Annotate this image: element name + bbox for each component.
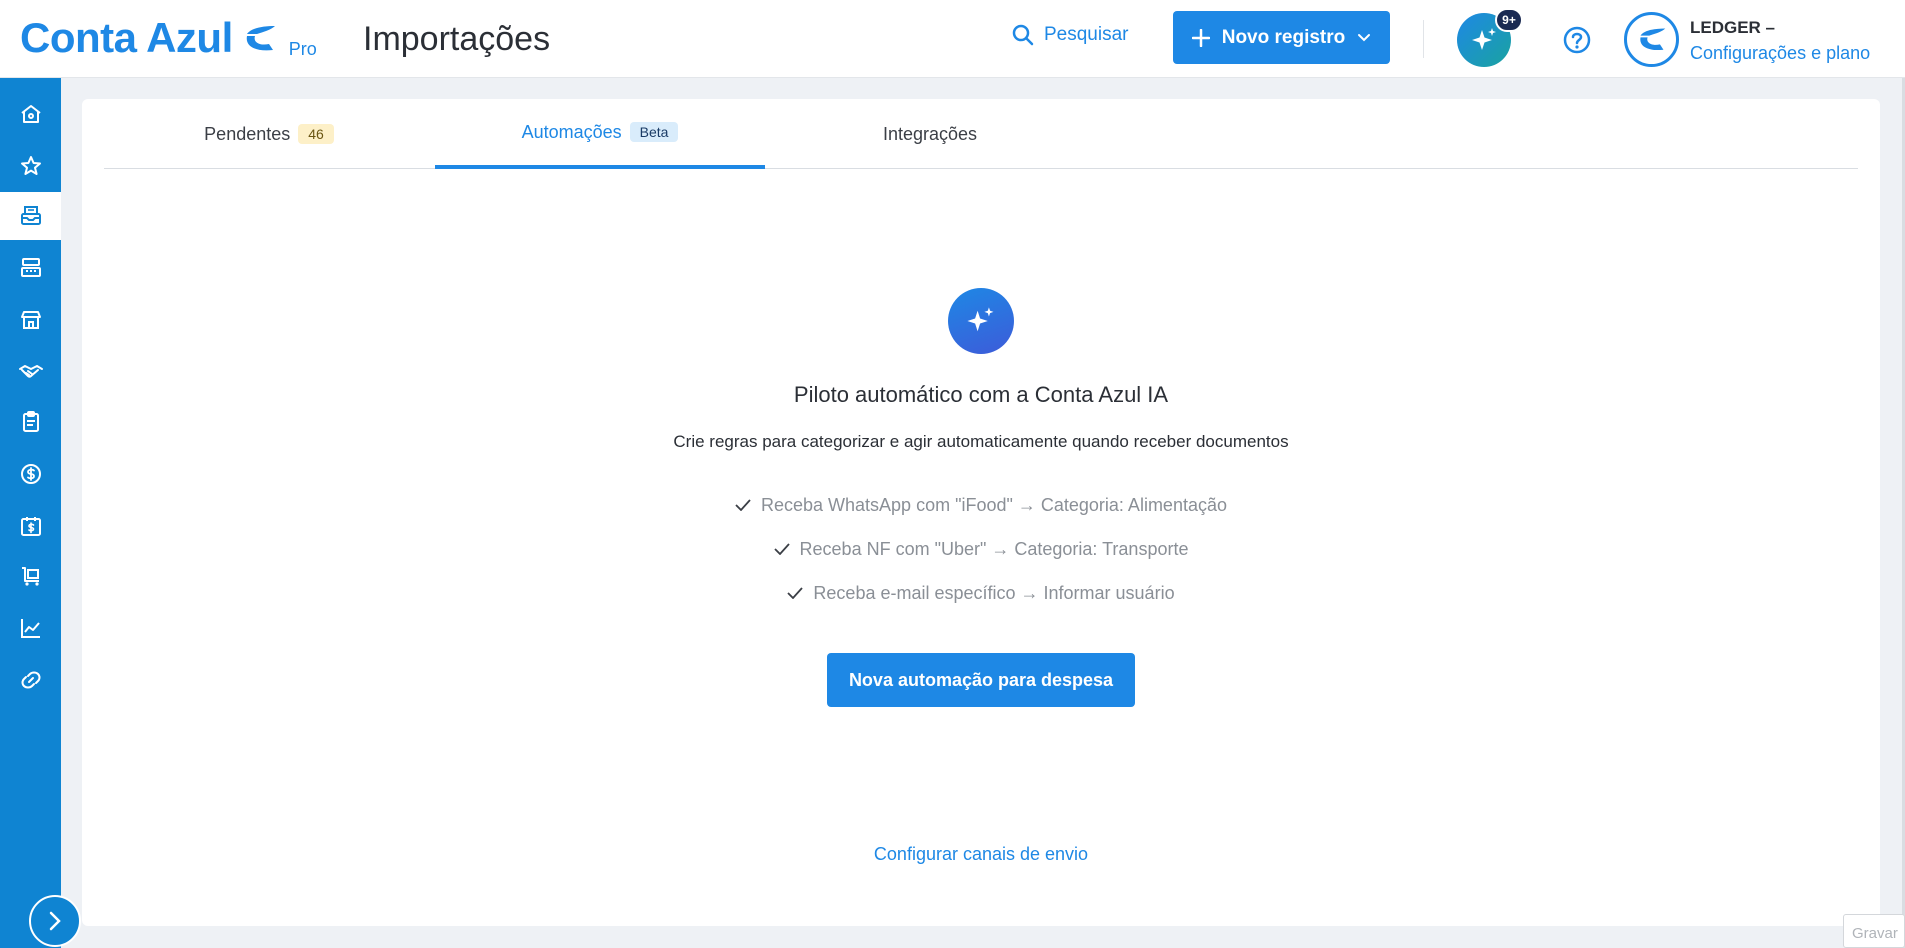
sidebar-item-sales[interactable]: [0, 244, 61, 292]
tab-label: Integrações: [882, 123, 978, 144]
tab-automations[interactable]: Automações Beta: [435, 99, 765, 169]
tab-bar: Pendentes 46 Automações Beta Integrações: [104, 99, 1858, 169]
new-automation-button[interactable]: Nova automação para despesa: [827, 653, 1135, 707]
example-text: Receba e-mail específico → Informar usuá…: [813, 582, 1175, 603]
sidebar-item-reports[interactable]: [0, 604, 61, 652]
chart-line-icon: [20, 619, 40, 638]
dollar-circle-icon: [20, 464, 41, 484]
top-header: Conta Azul Pro Importações Pesquisar Nov…: [0, 0, 1905, 78]
inbox-icon: [20, 206, 41, 225]
chevron-down-icon: [1358, 33, 1371, 41]
sidebar-item-purchases[interactable]: [0, 552, 61, 600]
check-icon: [787, 587, 804, 599]
new-record-label: Novo registro: [1221, 26, 1346, 48]
tab-pending[interactable]: Pendentes 46: [104, 99, 434, 169]
empty-state-subtitle: Crie regras para categorizar e agir auto…: [673, 432, 1289, 451]
sidebar-expand-button[interactable]: [29, 895, 81, 947]
plan-label: Pro: [288, 39, 317, 59]
ai-sparkle-badge: [948, 288, 1014, 354]
brand-logo[interactable]: Conta Azul Pro: [20, 14, 317, 62]
content-card: Pendentes 46 Automações Beta Integrações…: [82, 99, 1880, 926]
configure-channels-link[interactable]: Configurar canais de envio: [82, 844, 1880, 865]
clipboard-icon: [22, 411, 39, 432]
handshake-icon: [18, 365, 43, 378]
search-icon: [1012, 24, 1034, 46]
avatar[interactable]: [1624, 12, 1679, 67]
pending-count-badge: 46: [298, 124, 334, 144]
example-list: Receba WhatsApp com "iFood" → Categoria:…: [82, 483, 1880, 615]
header-divider: [1423, 20, 1424, 58]
check-icon: [735, 499, 751, 511]
chevron-right-icon: [49, 911, 61, 931]
store-icon: [20, 311, 41, 329]
sidebar-item-services[interactable]: [0, 398, 61, 446]
link-icon: [21, 671, 40, 689]
star-icon: [20, 156, 41, 175]
sidebar-item-favorites[interactable]: [0, 142, 61, 190]
cart-icon: [21, 567, 39, 586]
tab-label: Automações: [521, 121, 622, 142]
brand-mark-icon: [246, 26, 275, 51]
empty-state-title: Piloto automático com a Conta Azul IA: [793, 382, 1169, 407]
sidebar-item-finance[interactable]: [0, 450, 61, 498]
list-item: Receba e-mail específico → Informar usuá…: [82, 571, 1880, 615]
tab-integrations[interactable]: Integrações: [765, 99, 1095, 169]
user-name: LEDGER –: [1690, 18, 1776, 37]
sidebar: [0, 78, 61, 948]
plus-icon: [1191, 28, 1210, 47]
sparkle-icon: [1472, 28, 1496, 50]
beta-badge: Beta: [629, 122, 679, 142]
search-label: Pesquisar: [1044, 24, 1129, 45]
new-record-button[interactable]: Novo registro: [1173, 11, 1390, 64]
help-button[interactable]: [1563, 26, 1591, 59]
sparkle-icon: [967, 307, 994, 332]
example-text: Receba WhatsApp com "iFood" → Categoria:…: [760, 494, 1227, 515]
sidebar-item-billing[interactable]: [0, 502, 61, 550]
sidebar-item-imports[interactable]: [0, 192, 61, 240]
help-icon: [1563, 26, 1591, 54]
list-item: Receba WhatsApp com "iFood" → Categoria:…: [82, 483, 1880, 527]
cash-register-icon: [20, 258, 41, 277]
check-icon: [773, 543, 790, 555]
notification-badge: 9+: [1495, 8, 1523, 32]
example-text: Receba NF com "Uber" → Categoria: Transp…: [799, 538, 1189, 559]
sidebar-item-integrations[interactable]: [0, 656, 61, 704]
search-button[interactable]: Pesquisar: [1012, 24, 1129, 46]
tab-label: Pendentes: [204, 123, 291, 144]
page-title: Importações: [363, 20, 551, 58]
home-icon: [20, 105, 41, 123]
calendar-dollar-icon: [20, 517, 41, 536]
brand-mark-icon: [1639, 28, 1665, 50]
record-button[interactable]: Gravar: [1843, 914, 1905, 948]
brand-name: Conta Azul: [20, 14, 233, 61]
list-item: Receba NF com "Uber" → Categoria: Transp…: [82, 527, 1880, 571]
sidebar-item-home[interactable]: [0, 90, 61, 138]
settings-plan-link[interactable]: Configurações e plano: [1690, 40, 1870, 66]
sidebar-item-contacts[interactable]: [0, 348, 61, 396]
sidebar-item-store[interactable]: [0, 296, 61, 344]
user-menu[interactable]: LEDGER – Configurações e plano: [1690, 16, 1870, 66]
